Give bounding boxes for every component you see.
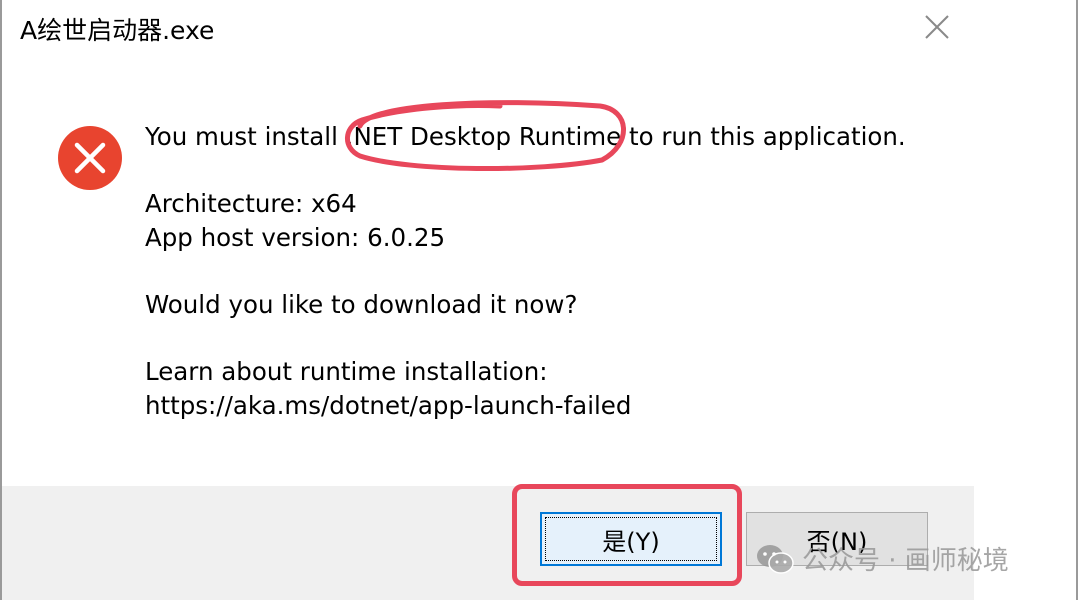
watermark-text: 公众号 · 画师秘境	[802, 546, 1009, 576]
message-line-1: You must install .NET Desktop Runtime to…	[145, 122, 906, 151]
yes-button[interactable]: 是(Y)	[540, 512, 722, 566]
learn-label: Learn about runtime installation:	[145, 357, 548, 386]
focus-rectangle	[545, 517, 717, 561]
close-button[interactable]	[908, 4, 966, 50]
learn-url: https://aka.ms/dotnet/app-launch-failed	[145, 391, 632, 420]
watermark: 公众号 · 画师秘境	[756, 540, 1009, 577]
message-text: You must install .NET Desktop Runtime to…	[145, 120, 1045, 423]
close-icon	[925, 15, 949, 39]
host-version-text: App host version: 6.0.25	[145, 223, 446, 252]
error-icon	[58, 126, 122, 190]
download-question: Would you like to download it now?	[145, 290, 578, 319]
dialog-window: A绘世启动器.exe You must install .NET Desktop…	[0, 0, 1080, 600]
title-bar[interactable]: A绘世启动器.exe	[0, 0, 1080, 58]
dialog-content: You must install .NET Desktop Runtime to…	[0, 58, 1078, 486]
wechat-icon	[757, 544, 794, 574]
window-title: A绘世启动器.exe	[20, 16, 215, 45]
architecture-text: Architecture: x64	[145, 189, 357, 218]
